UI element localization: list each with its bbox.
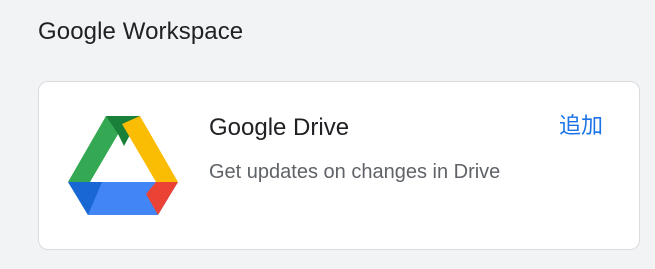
app-name: Google Drive: [209, 114, 350, 141]
google-drive-icon: [68, 116, 178, 215]
section-title: Google Workspace: [38, 18, 244, 45]
integration-card: Google Drive Get updates on changes in D…: [38, 81, 640, 250]
add-button[interactable]: 追加: [557, 110, 605, 144]
app-description: Get updates on changes in Drive: [209, 161, 501, 183]
